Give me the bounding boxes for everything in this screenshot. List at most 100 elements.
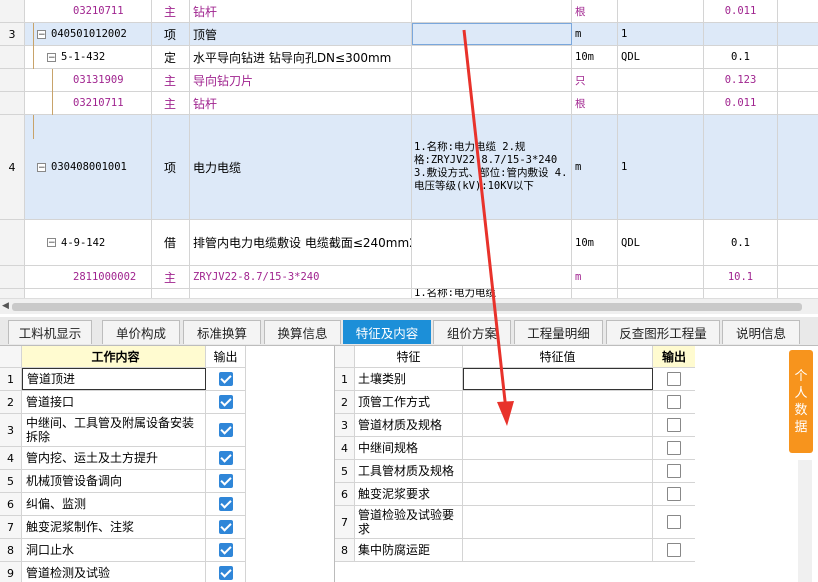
table-row[interactable]: 7 触变泥浆制作、注浆 bbox=[0, 516, 245, 539]
table-row[interactable]: 1.名称:电力电缆 bbox=[0, 289, 818, 298]
output-checkbox[interactable] bbox=[218, 497, 233, 511]
tab-4[interactable]: 换算信息 bbox=[264, 320, 341, 344]
item-features[interactable] bbox=[412, 46, 572, 68]
table-row[interactable]: 4 中继间规格 bbox=[335, 437, 695, 460]
work-content-cell[interactable]: 触变泥浆制作、注浆 bbox=[22, 516, 206, 538]
item-features[interactable] bbox=[412, 220, 572, 265]
output-checkbox[interactable] bbox=[218, 372, 233, 386]
feature-value-cell[interactable] bbox=[463, 460, 653, 482]
output-checkbox[interactable] bbox=[667, 418, 681, 432]
output-cell[interactable] bbox=[653, 368, 695, 390]
tree-collapse-icon[interactable]: − bbox=[47, 238, 56, 248]
output-checkbox[interactable] bbox=[218, 451, 233, 465]
table-row[interactable]: 3−040501012002 项顶管 m 1 bbox=[0, 23, 818, 46]
output-checkbox[interactable] bbox=[218, 566, 233, 580]
output-checkbox[interactable] bbox=[218, 474, 233, 488]
output-cell[interactable] bbox=[206, 414, 245, 446]
output-cell[interactable] bbox=[206, 368, 245, 390]
scroll-left-icon[interactable]: ◀ bbox=[2, 301, 9, 311]
work-content-cell[interactable]: 机械顶管设备调向 bbox=[22, 470, 206, 492]
table-row[interactable]: 4 管内挖、运土及土方提升 bbox=[0, 447, 245, 470]
tab-1[interactable]: 工料机显示 bbox=[8, 320, 92, 344]
work-content-cell[interactable]: 管道检测及试验 bbox=[22, 562, 206, 582]
tab-7[interactable]: 工程量明细 bbox=[514, 320, 603, 344]
table-row[interactable]: 3 中继间、工具管及附属设备安装拆除 bbox=[0, 414, 245, 447]
item-features[interactable] bbox=[412, 92, 572, 114]
item-features[interactable]: 1.名称:电力电缆 2.规格:ZRYJV22-8.7/15-3*240 3.敷设… bbox=[412, 115, 572, 219]
output-cell[interactable] bbox=[206, 391, 245, 413]
feature-value-cell[interactable] bbox=[463, 539, 653, 561]
table-row[interactable]: −5-1-432 定水平导向钻进 钻导向孔DN≤300mm 10m QDL 0.1 bbox=[0, 46, 818, 69]
output-cell[interactable] bbox=[653, 506, 695, 538]
output-cell[interactable] bbox=[653, 414, 695, 436]
output-cell[interactable] bbox=[653, 483, 695, 505]
horizontal-scrollbar[interactable]: ◀ bbox=[0, 298, 818, 314]
personal-data-button[interactable]: 个人数据 bbox=[789, 350, 813, 453]
work-content-cell[interactable]: 管道顶进 bbox=[22, 368, 206, 390]
vertical-scrollbar[interactable] bbox=[798, 460, 812, 582]
output-checkbox[interactable] bbox=[218, 543, 233, 557]
table-row[interactable]: 4−030408001001 项电力电缆 1.名称:电力电缆 2.规格:ZRYJV2… bbox=[0, 115, 818, 220]
tab-8[interactable]: 反查图形工程量 bbox=[606, 320, 720, 344]
output-cell[interactable] bbox=[653, 460, 695, 482]
work-content-cell[interactable]: 中继间、工具管及附属设备安装拆除 bbox=[22, 414, 206, 446]
item-features[interactable] bbox=[412, 69, 572, 91]
tab-6[interactable]: 组价方案 bbox=[433, 320, 511, 344]
output-cell[interactable] bbox=[206, 447, 245, 469]
table-row[interactable]: 8 集中防腐运距 bbox=[335, 539, 695, 562]
table-row[interactable]: 5 工具管材质及规格 bbox=[335, 460, 695, 483]
work-content-cell[interactable]: 洞口止水 bbox=[22, 539, 206, 561]
bill-grid[interactable]: 03210711 主钻杆根 0.011 3−040501012002 项顶管 m 1−5-1… bbox=[0, 0, 818, 298]
table-row[interactable]: 1 土壤类别 bbox=[335, 368, 695, 391]
table-row[interactable]: 03210711 主钻杆 根 0.011 bbox=[0, 0, 818, 23]
tree-collapse-icon[interactable]: − bbox=[37, 162, 46, 172]
output-cell[interactable] bbox=[206, 516, 245, 538]
output-checkbox[interactable] bbox=[667, 515, 681, 529]
item-features[interactable]: 1.名称:电力电缆 bbox=[412, 289, 572, 298]
output-checkbox[interactable] bbox=[218, 395, 233, 409]
output-checkbox[interactable] bbox=[667, 543, 681, 557]
work-content-cell[interactable]: 纠偏、监测 bbox=[22, 493, 206, 515]
feature-value-cell[interactable] bbox=[463, 437, 653, 459]
tab-2[interactable]: 单价构成 bbox=[102, 320, 180, 344]
table-row[interactable]: 1 管道顶进 bbox=[0, 368, 245, 391]
table-row[interactable]: 7 管道检验及试验要求 bbox=[335, 506, 695, 539]
table-row[interactable]: 8 洞口止水 bbox=[0, 539, 245, 562]
feature-value-cell[interactable] bbox=[463, 483, 653, 505]
table-row[interactable]: 6 纠偏、监测 bbox=[0, 493, 245, 516]
feature-value-cell[interactable] bbox=[463, 391, 653, 413]
output-cell[interactable] bbox=[206, 470, 245, 492]
tree-collapse-icon[interactable]: − bbox=[37, 29, 46, 39]
work-content-cell[interactable]: 管道接口 bbox=[22, 391, 206, 413]
panel-splitter[interactable] bbox=[245, 346, 335, 582]
output-cell[interactable] bbox=[206, 493, 245, 515]
item-features[interactable] bbox=[412, 0, 572, 22]
feature-value-cell[interactable] bbox=[463, 414, 653, 436]
output-checkbox[interactable] bbox=[218, 423, 233, 437]
output-cell[interactable] bbox=[653, 539, 695, 561]
table-row[interactable]: 3 管道材质及规格 bbox=[335, 414, 695, 437]
tree-collapse-icon[interactable]: − bbox=[47, 52, 56, 62]
output-cell[interactable] bbox=[653, 437, 695, 459]
tab-3[interactable]: 标准换算 bbox=[183, 320, 261, 344]
output-cell[interactable] bbox=[206, 539, 245, 561]
work-content-cell[interactable]: 管内挖、运土及土方提升 bbox=[22, 447, 206, 469]
tab-5[interactable]: 特征及内容 bbox=[343, 320, 431, 344]
feature-value-cell[interactable] bbox=[463, 368, 653, 390]
output-checkbox[interactable] bbox=[667, 487, 681, 501]
output-checkbox[interactable] bbox=[667, 395, 681, 409]
output-checkbox[interactable] bbox=[667, 441, 681, 455]
item-features[interactable] bbox=[412, 23, 572, 45]
table-row[interactable]: 03210711 主钻杆 根 0.011 bbox=[0, 92, 818, 115]
output-cell[interactable] bbox=[653, 391, 695, 413]
table-row[interactable]: 2 管道接口 bbox=[0, 391, 245, 414]
tab-9[interactable]: 说明信息 bbox=[722, 320, 800, 344]
table-row[interactable]: 03131909 主导向钻刀片 只 0.123 bbox=[0, 69, 818, 92]
item-features[interactable] bbox=[412, 266, 572, 288]
scrollbar-thumb[interactable] bbox=[12, 303, 802, 311]
output-checkbox[interactable] bbox=[218, 520, 233, 534]
table-row[interactable]: 9 管道检测及试验 bbox=[0, 562, 245, 582]
output-checkbox[interactable] bbox=[667, 372, 681, 386]
output-cell[interactable] bbox=[206, 562, 245, 582]
table-row[interactable]: 6 触变泥浆要求 bbox=[335, 483, 695, 506]
